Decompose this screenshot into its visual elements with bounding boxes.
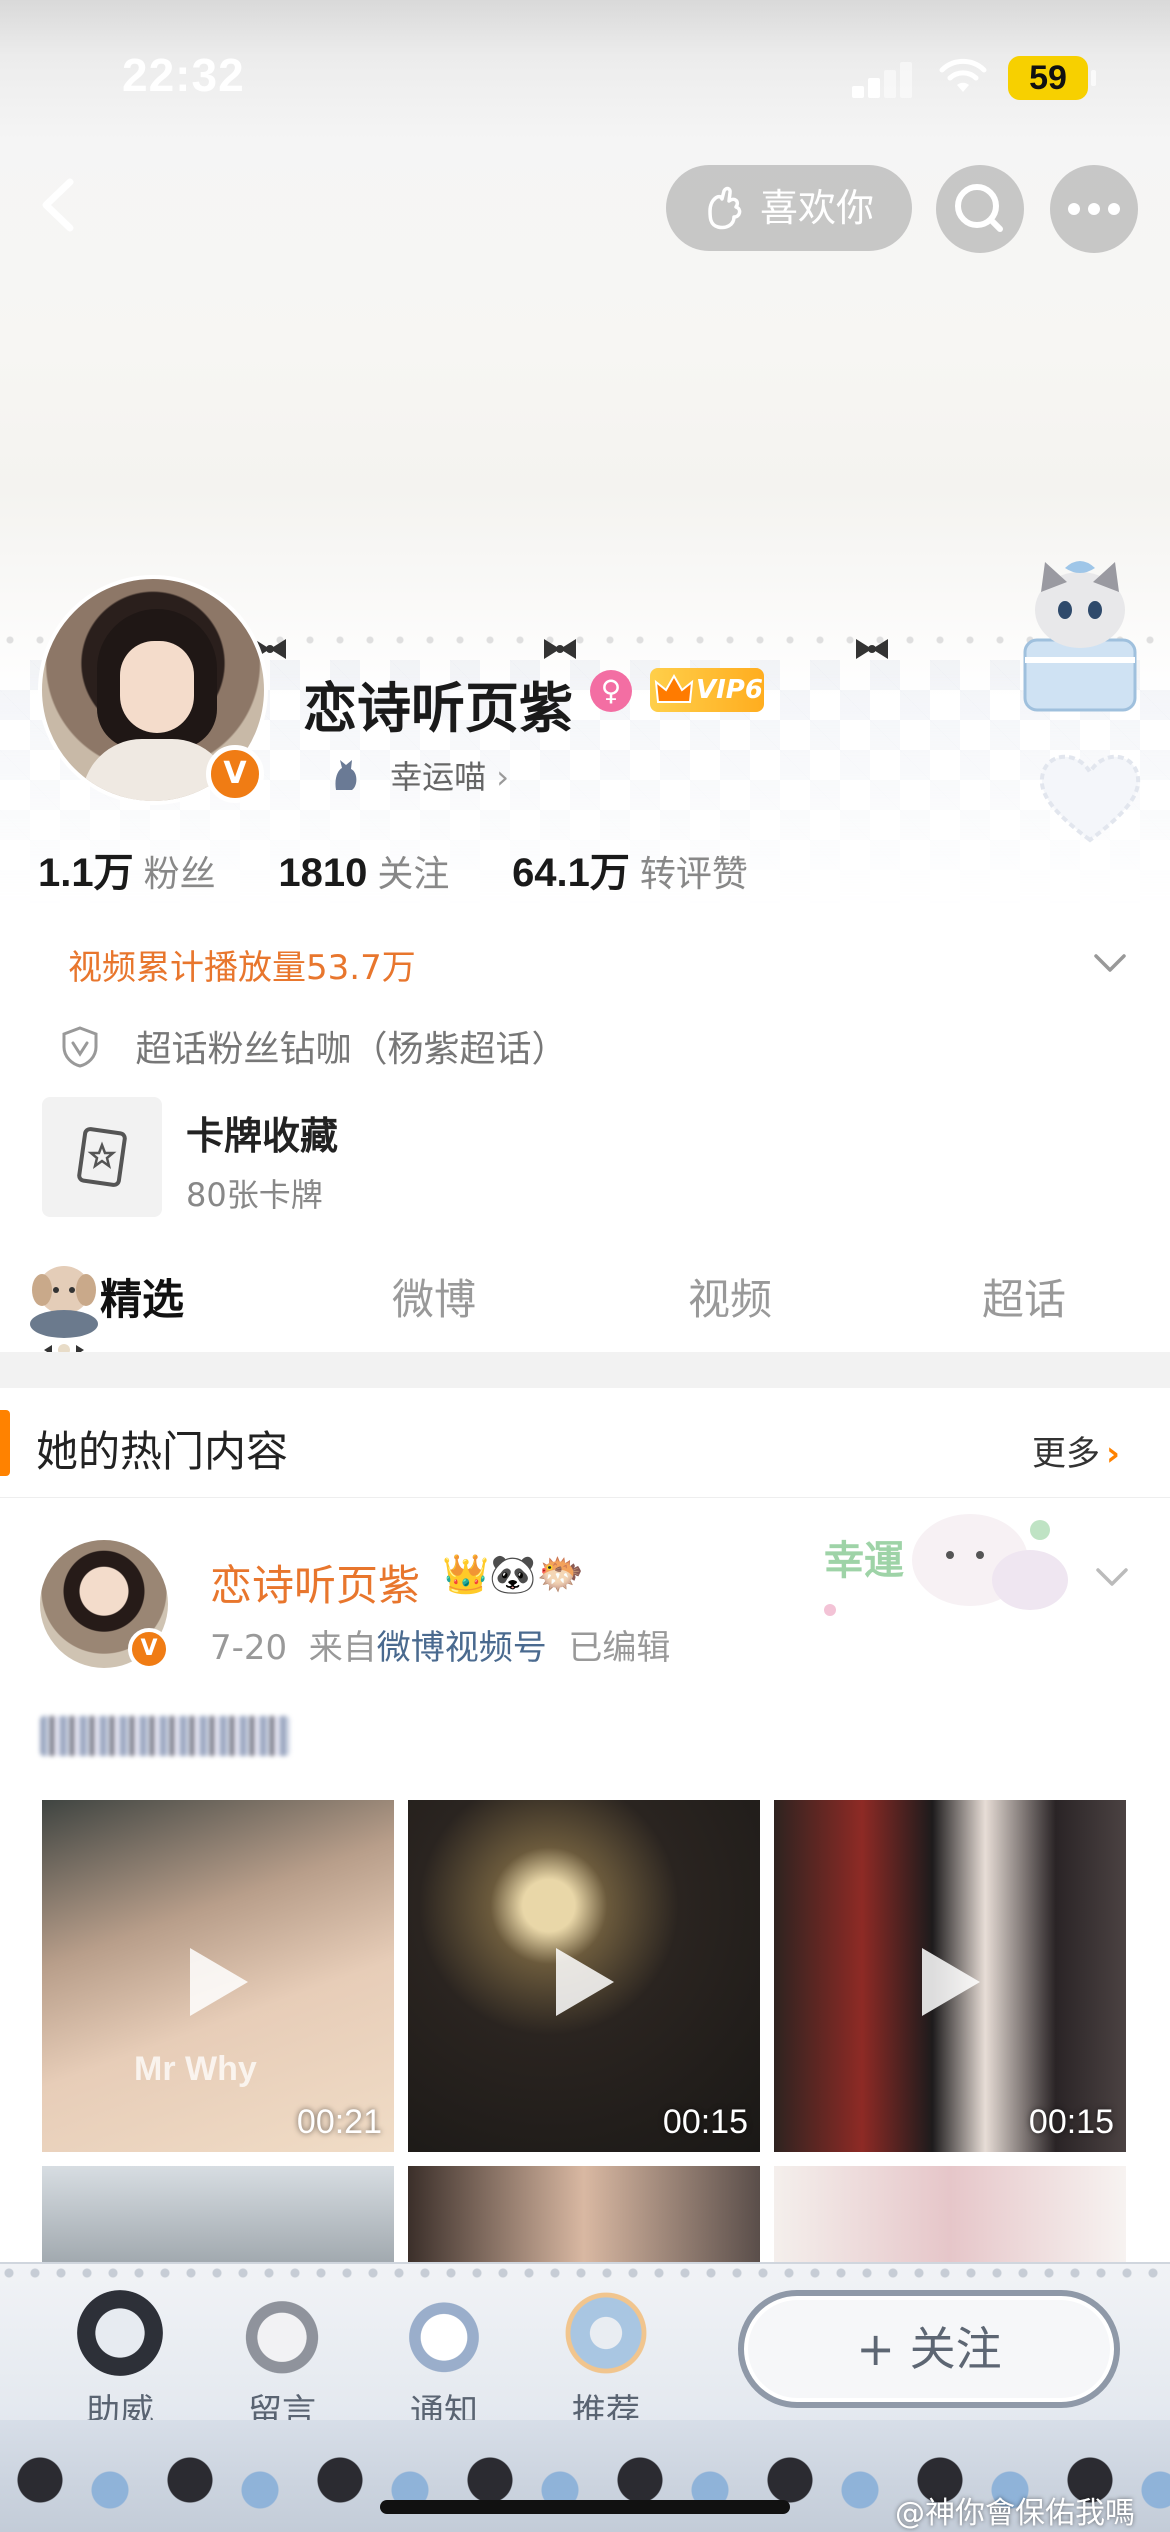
image-thumbnail[interactable] <box>774 2166 1126 2276</box>
home-indicator[interactable] <box>380 2500 790 2514</box>
cookie-icon <box>77 2290 163 2376</box>
battery-indicator: 59 <box>1008 56 1096 100</box>
notify-button[interactable]: 通知 <box>384 2290 504 2433</box>
vip-badge[interactable]: VIP6 <box>650 668 764 712</box>
section-accent-bar <box>0 1410 10 1476</box>
profile-tabs: 精选 微博 视频 超话 <box>0 1240 1170 1350</box>
wifi-icon <box>939 58 987 92</box>
tab-video[interactable]: 视频 <box>688 1266 772 1327</box>
cat-icon <box>335 760 357 790</box>
recommend-button[interactable]: 推荐 <box>546 2290 666 2433</box>
status-time: 22:32 <box>122 49 245 101</box>
post-text-blurred <box>40 1716 290 1756</box>
bow-decoration <box>856 639 888 659</box>
back-icon[interactable] <box>30 170 90 240</box>
stat-following[interactable]: 1810 关注 <box>278 845 449 897</box>
image-thumbnail[interactable] <box>42 2166 394 2276</box>
post-verified-badge: V <box>128 1628 170 1670</box>
mood-status[interactable]: 幸运喵 › <box>328 752 509 798</box>
play-icon <box>556 1948 614 2016</box>
puppy-icon <box>401 2290 487 2376</box>
female-icon: ♀ <box>590 670 632 712</box>
card-collection-icon-box[interactable] <box>42 1097 162 1217</box>
stat-followers[interactable]: 1.1万 粉丝 <box>38 840 216 898</box>
superfan-label: 超话粉丝钻咖（杨紫超话） <box>135 1029 568 1070</box>
profile-stats: 1.1万 粉丝 1810 关注 64.1万 转评赞 <box>38 840 798 898</box>
signal-icon <box>852 58 916 98</box>
post-date: 7-20 <box>210 1628 288 1668</box>
tab-weibo[interactable]: 微博 <box>392 1266 476 1327</box>
video-thumbnail[interactable]: 00:15 <box>774 1800 1126 2152</box>
status-bar: 22:32 59 <box>0 0 1170 150</box>
video-thumbnail[interactable]: 00:15 <box>408 1800 760 2152</box>
chevron-right-icon: › <box>496 758 509 796</box>
post-source[interactable]: 微博视频号 <box>377 1628 547 1668</box>
superfan-badge[interactable]: 超话粉丝钻咖（杨紫超话） <box>60 1020 567 1072</box>
like-button-label: 喜欢你 <box>760 186 875 230</box>
comment-button[interactable]: 留言 <box>222 2290 342 2433</box>
profile-name: 恋诗听页紫 <box>303 677 573 740</box>
chevron-down-icon[interactable] <box>1090 942 1130 982</box>
more-dots-icon <box>1068 203 1120 215</box>
shield-icon <box>62 1026 98 1068</box>
section-divider <box>0 1352 1170 1388</box>
search-icon <box>955 184 1003 232</box>
play-icon <box>922 1948 980 2016</box>
more-link[interactable]: 更多 › <box>1032 1426 1120 1475</box>
post-edited: 已编辑 <box>568 1628 671 1668</box>
mood-label: 幸运喵 <box>390 758 487 796</box>
kitten-icon <box>239 2290 325 2376</box>
verified-badge: V <box>206 745 264 803</box>
play-icon <box>190 1948 248 2016</box>
hot-content-title: 她的热门内容 <box>36 1427 289 1476</box>
image-watermark: @神你會保佑我嗎 <box>895 2496 1135 2531</box>
chevron-down-icon[interactable] <box>1092 1556 1132 1596</box>
tab-supertopic[interactable]: 超话 <box>982 1266 1066 1327</box>
lucky-sticker: 幸運 <box>824 1514 1068 1616</box>
search-button[interactable] <box>936 165 1024 253</box>
hand-heart-icon <box>708 186 742 230</box>
video-duration: 00:15 <box>1028 2103 1114 2141</box>
heart-sticker <box>1039 754 1141 843</box>
vip-level: VIP6 <box>696 675 763 705</box>
video-thumbnail[interactable]: Mr Why 00:21 <box>42 1800 394 2152</box>
post-meta: 7-20 来自微博视频号 已编辑 <box>210 1620 670 1669</box>
video-watermark: Mr Why <box>134 2050 257 2088</box>
like-you-button[interactable]: 喜欢你 <box>666 165 912 251</box>
follow-button[interactable]: + 关注 <box>738 2290 1120 2408</box>
post-author-name[interactable]: 恋诗听页紫 <box>210 1552 420 1613</box>
video-duration: 00:21 <box>296 2103 382 2141</box>
more-button[interactable] <box>1050 165 1138 253</box>
chevron-right-icon: › <box>1106 1434 1121 1474</box>
video-play-count: 视频累计播放量53.7万 <box>68 948 416 988</box>
card-collection-count: 80张卡牌 <box>186 1176 323 1214</box>
donut-icon <box>563 2290 649 2376</box>
video-duration: 00:15 <box>662 2103 748 2141</box>
card-star-icon <box>77 1127 127 1187</box>
bow-decoration <box>544 639 576 659</box>
card-collection-title[interactable]: 卡牌收藏 <box>186 1105 338 1160</box>
sticker-text: 幸運 <box>824 1538 904 1584</box>
puppy-tab-decoration <box>30 1266 98 1356</box>
cheer-button[interactable]: 助威 <box>60 2290 180 2433</box>
post-from: 来自 <box>308 1628 377 1668</box>
image-thumbnail[interactable] <box>408 2166 760 2276</box>
kitten-sticker <box>1023 561 1137 712</box>
stat-interactions[interactable]: 64.1万 转评赞 <box>512 840 748 898</box>
crown-icon <box>654 673 694 703</box>
post-author-badges: 👑🐼🐡 <box>442 1552 584 1596</box>
